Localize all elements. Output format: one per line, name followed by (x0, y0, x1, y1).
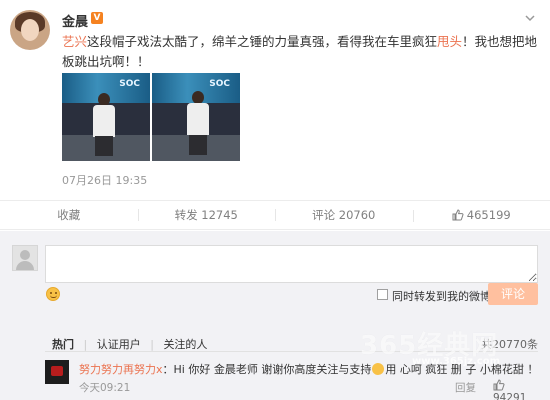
comment-filters: 热门 | 认证用户 | 关注的人 (52, 336, 213, 352)
comment-input[interactable] (45, 245, 538, 283)
like-button[interactable]: 465199 (412, 208, 550, 222)
author-name[interactable]: 金晨 (62, 11, 88, 30)
post-text-part1: 这段帽子戏法太酷了，绵羊之锤的力量真强，看得我在车里疯狂 (87, 34, 438, 49)
filter-separator: | (83, 338, 88, 351)
dancer-legs (189, 135, 207, 155)
chevron-down-svg (525, 15, 535, 22)
filter-following[interactable]: 关注的人 (163, 338, 207, 351)
smiley-mouth (50, 295, 57, 298)
avatar-silhouette-body (16, 261, 34, 270)
smiley-eye (55, 292, 57, 294)
stage-logo: SOC (209, 79, 230, 89)
smiley-icon[interactable] (46, 287, 60, 301)
thumb-up-icon (493, 379, 505, 391)
collect-button[interactable]: 收藏 (0, 207, 138, 223)
dancer-body (187, 103, 209, 135)
repost-checkbox[interactable] (377, 289, 388, 300)
post-text: 艺兴这段帽子戏法太酷了，绵羊之锤的力量真强，看得我在车里疯狂甩头！我也想把地板跳… (62, 32, 540, 72)
post-image-2[interactable]: SOC (152, 73, 240, 161)
dancer-body (93, 105, 115, 137)
submit-comment-button[interactable]: 评论 (488, 283, 538, 305)
smiley-icon (372, 363, 385, 375)
post-mention[interactable]: 艺兴 (62, 34, 87, 49)
comment-reply-button[interactable]: 回复 (455, 380, 476, 395)
site-watermark-url: www.365jz.com (412, 356, 501, 367)
comment-time: 今天09:21 (79, 382, 131, 394)
filter-hot[interactable]: 热门 (52, 338, 74, 351)
like-count: 465199 (466, 208, 511, 222)
post-timestamp[interactable]: 07月26日 19:35 (62, 172, 147, 188)
smiley-eye (50, 292, 52, 294)
action-bar: 收藏 转发 12745 评论 20760 465199 (0, 200, 550, 230)
filter-separator: | (150, 338, 154, 351)
current-user-avatar (12, 245, 38, 271)
filter-verified[interactable]: 认证用户 (97, 338, 141, 351)
dancer-legs (95, 136, 113, 156)
post-highlight[interactable]: 甩头 (437, 34, 462, 49)
weibo-post: 金晨 V 艺兴这段帽子戏法太酷了，绵羊之锤的力量真强，看得我在车里疯狂甩头！我也… (0, 0, 550, 230)
comment-section: 同时转发到我的微博 评论 热门 | 认证用户 | 关注的人 共20770条 努力… (0, 231, 550, 400)
avatar-detail (51, 366, 63, 376)
comment-button[interactable]: 评论 20760 (275, 207, 413, 223)
stage-logo: SOC (119, 79, 140, 89)
verified-badge-icon: V (91, 12, 103, 24)
author-avatar[interactable] (10, 10, 50, 50)
comment-like-count: 94291 (493, 392, 527, 400)
post-image-1[interactable]: SOC (62, 73, 150, 161)
chevron-down-icon[interactable] (524, 12, 536, 24)
commenter-avatar[interactable] (45, 360, 69, 384)
comment-like-button[interactable]: 94291 (493, 379, 538, 400)
repost-button[interactable]: 转发 12745 (137, 207, 276, 223)
avatar-face (21, 19, 39, 41)
comment-body-1: ：Hi 你好 金晨老师 谢谢你高度关注与支持 (162, 363, 372, 376)
avatar-silhouette-head (20, 250, 30, 260)
commenter-name[interactable]: 努力努力再努力x (79, 363, 163, 376)
repost-checkbox-label[interactable]: 同时转发到我的微博 (392, 288, 491, 304)
thumb-up-icon (452, 209, 464, 221)
